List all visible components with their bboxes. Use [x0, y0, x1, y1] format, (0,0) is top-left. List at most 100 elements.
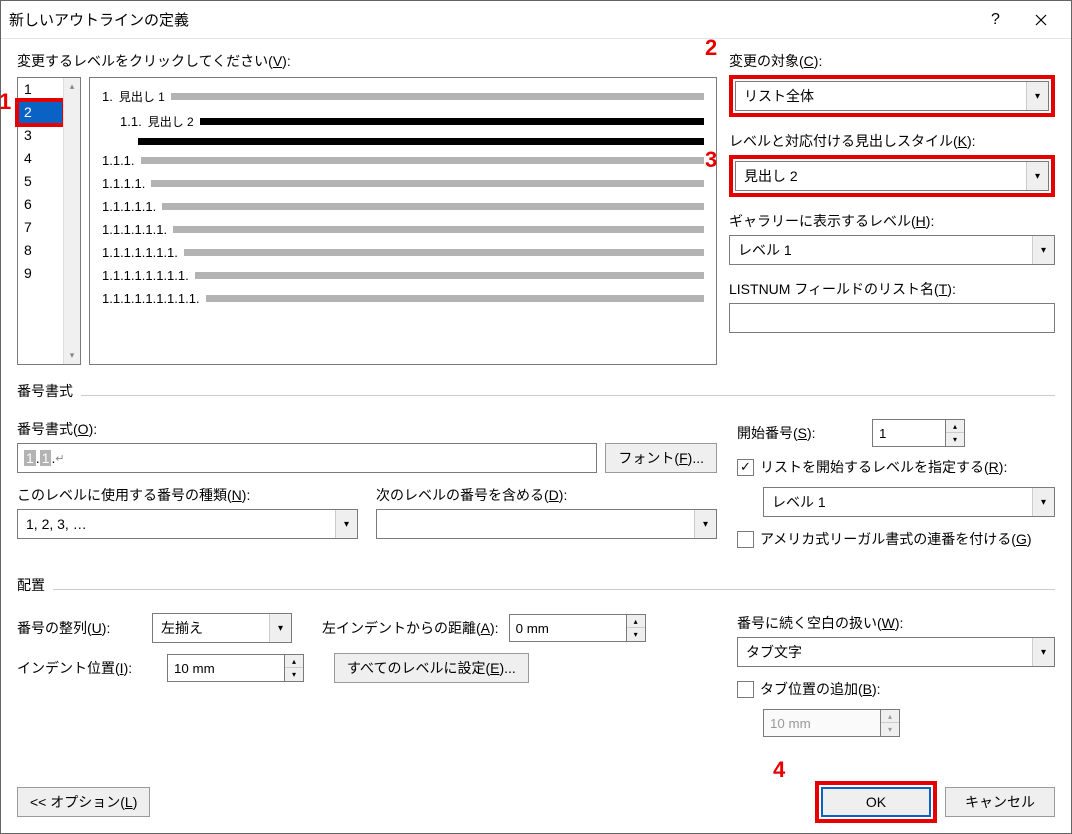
help-button[interactable]: ?: [973, 5, 1018, 35]
gallery-level-select[interactable]: レベル 1 ▾: [729, 235, 1055, 265]
set-all-levels-button[interactable]: すべてのレベルに設定(E)...: [334, 653, 529, 683]
restart-checkbox[interactable]: ✓: [737, 459, 754, 476]
gallery-level-value: レベル 1: [730, 240, 1032, 260]
num-align-select[interactable]: 左揃え ▾: [152, 613, 292, 643]
preview-num-8: 1.1.1.1.1.1.1.1.: [102, 268, 189, 283]
dialog-body: 1 2 3 4 変更するレベルをクリックしてください(V): 1 2 3 4 5: [1, 39, 1071, 787]
dialog-title: 新しいアウトラインの定義: [9, 9, 973, 30]
level-item-2[interactable]: 2: [18, 101, 63, 124]
preview-num-4: 1.1.1.1.: [102, 176, 145, 191]
scroll-up-icon: ▴: [64, 78, 80, 95]
legal-checkbox[interactable]: [737, 531, 754, 548]
restart-label: リストを開始するレベルを指定する(R):: [760, 457, 1007, 477]
annotation-2: 2: [705, 35, 717, 61]
start-at-label: 開始番号(S):: [737, 423, 862, 443]
change-target-value: リスト全体: [736, 86, 1026, 106]
linked-style-value: 見出し 2: [736, 166, 1026, 186]
font-button[interactable]: フォント(F)...: [605, 443, 717, 473]
spin-down-icon[interactable]: ▾: [285, 668, 303, 681]
indent-pos-label: インデント位置(I):: [17, 658, 157, 678]
num-align-label: 番号の整列(U):: [17, 618, 142, 638]
number-style-select[interactable]: 1, 2, 3, … ▾: [17, 509, 358, 539]
numfmt-format-input[interactable]: 1.1.↵: [17, 443, 597, 473]
titlebar: 新しいアウトラインの定義 ?: [1, 1, 1071, 39]
spin-down-icon[interactable]: ▾: [946, 433, 964, 446]
left-indent-spinner[interactable]: ▴▾: [509, 614, 646, 642]
close-icon: [1035, 14, 1047, 26]
number-style-value: 1, 2, 3, …: [18, 516, 335, 532]
ok-button[interactable]: OK: [821, 787, 931, 817]
cancel-button[interactable]: キャンセル: [945, 787, 1055, 817]
preview-num-6: 1.1.1.1.1.1.: [102, 222, 167, 237]
annotation-1: 1: [0, 89, 11, 115]
numfmt-section-label: 番号書式: [17, 381, 73, 401]
chevron-down-icon: ▾: [1032, 638, 1054, 666]
annotation-4: 4: [773, 757, 785, 783]
close-button[interactable]: [1018, 5, 1063, 35]
level-scrollbar[interactable]: ▴ ▾: [63, 78, 80, 364]
preview-num-1: 1.: [102, 89, 113, 104]
level-item-7[interactable]: 7: [18, 216, 63, 239]
include-prev-select[interactable]: ▾: [376, 509, 717, 539]
indent-pos-spinner[interactable]: ▴▾: [167, 654, 304, 682]
bottom-bar: << オプション(L) OK キャンセル: [1, 787, 1071, 833]
chevron-down-icon: ▾: [694, 510, 716, 538]
chevron-down-icon: ▾: [335, 510, 357, 538]
tab-add-checkbox[interactable]: [737, 681, 754, 698]
outline-define-dialog: 新しいアウトラインの定義 ? 1 2 3 4 変更するレベルをクリックしてくださ…: [0, 0, 1072, 834]
start-at-value[interactable]: [872, 419, 946, 447]
preview-num-9: 1.1.1.1.1.1.1.1.1.: [102, 291, 200, 306]
level-item-6[interactable]: 6: [18, 193, 63, 216]
change-target-label: 変更の対象(C):: [729, 51, 1055, 71]
preview-num-2: 1.1.: [120, 114, 142, 129]
left-indent-value[interactable]: [509, 614, 627, 642]
include-prev-label: 次のレベルの番号を含める(D):: [376, 485, 717, 505]
preview-head-2: 見出し 2: [148, 113, 194, 130]
level-item-8[interactable]: 8: [18, 239, 63, 262]
level-item-1[interactable]: 1: [18, 78, 63, 101]
linked-style-label: レベルと対応付ける見出しスタイル(K):: [729, 131, 1055, 151]
chevron-down-icon: ▾: [1026, 162, 1048, 190]
num-align-value: 左揃え: [153, 618, 269, 638]
preview-num-7: 1.1.1.1.1.1.1.: [102, 245, 178, 260]
spin-up-icon[interactable]: ▴: [627, 615, 645, 628]
listnum-label: LISTNUM フィールドのリスト名(T):: [729, 279, 1055, 299]
follow-select[interactable]: タブ文字 ▾: [737, 637, 1055, 667]
preview-num-3: 1.1.1.: [102, 153, 135, 168]
scroll-down-icon: ▾: [64, 347, 80, 364]
chevron-down-icon: ▾: [1032, 488, 1054, 516]
spin-down-icon: ▾: [881, 723, 899, 736]
listnum-input[interactable]: [729, 303, 1055, 333]
restart-value: レベル 1: [764, 492, 1032, 512]
spin-up-icon: ▴: [881, 710, 899, 723]
spin-up-icon[interactable]: ▴: [946, 420, 964, 433]
restart-select[interactable]: レベル 1 ▾: [763, 487, 1055, 517]
level-click-label: 変更するレベルをクリックしてください(V):: [17, 51, 717, 71]
tab-add-value: [763, 709, 881, 737]
start-at-spinner[interactable]: ▴▾: [872, 419, 965, 447]
position-section-label: 配置: [17, 575, 45, 595]
change-target-select[interactable]: リスト全体 ▾: [735, 81, 1049, 111]
follow-value: タブ文字: [738, 642, 1032, 662]
level-item-9[interactable]: 9: [18, 262, 63, 285]
chevron-down-icon: ▾: [1026, 82, 1048, 110]
preview-head-1: 見出し 1: [119, 88, 165, 105]
numfmt-format-label: 番号書式(O):: [17, 419, 717, 439]
level-list[interactable]: 1 2 3 4 5 6 7 8 9 ▴ ▾: [17, 77, 81, 365]
tab-add-label: タブ位置の追加(B):: [760, 679, 881, 699]
spin-up-icon[interactable]: ▴: [285, 655, 303, 668]
annotation-3: 3: [705, 147, 717, 173]
level-item-5[interactable]: 5: [18, 170, 63, 193]
level-item-3[interactable]: 3: [18, 124, 63, 147]
chevron-down-icon: ▾: [269, 614, 291, 642]
left-indent-label: 左インデントからの距離(A):: [322, 618, 499, 638]
outline-preview: 1. 見出し 1 1.1. 見出し 2 1.1.1. 1.1.1.1. 1.1.1.…: [89, 77, 717, 365]
options-button[interactable]: << オプション(L): [17, 787, 150, 817]
level-item-4[interactable]: 4: [18, 147, 63, 170]
legal-label: アメリカ式リーガル書式の連番を付ける(G): [760, 529, 1032, 549]
spin-down-icon[interactable]: ▾: [627, 628, 645, 641]
gallery-level-label: ギャラリーに表示するレベル(H):: [729, 211, 1055, 231]
follow-label: 番号に続く空白の扱い(W):: [737, 613, 1055, 633]
indent-pos-value[interactable]: [167, 654, 285, 682]
linked-style-select[interactable]: 見出し 2 ▾: [735, 161, 1049, 191]
